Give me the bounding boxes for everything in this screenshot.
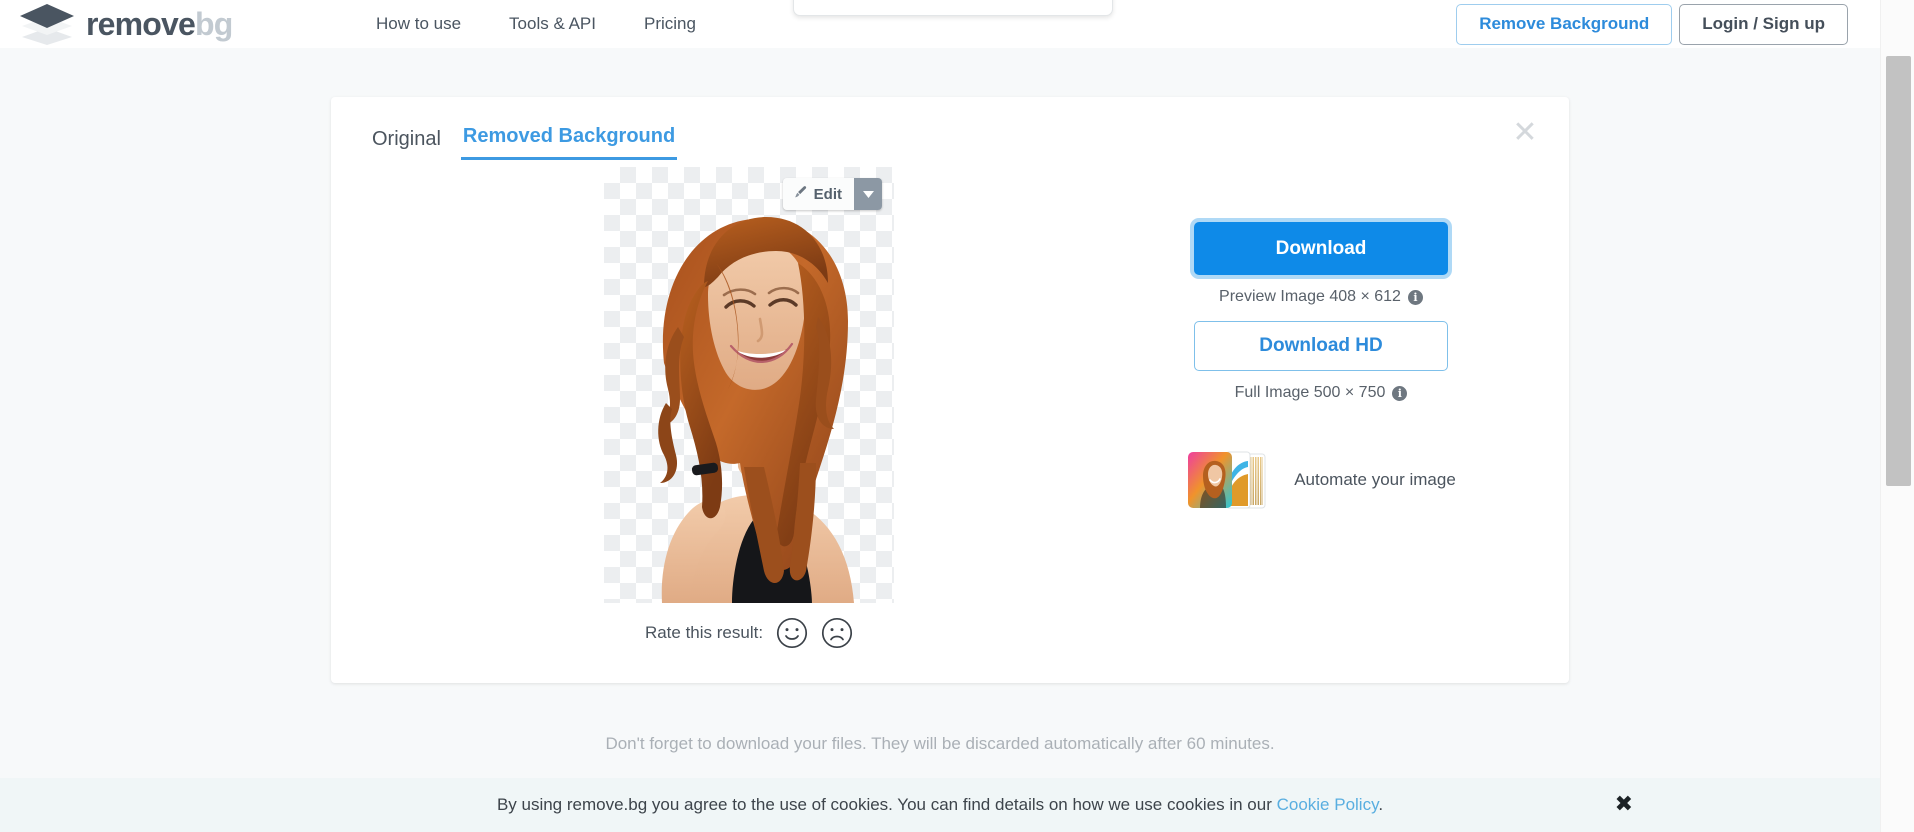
rating-label: Rate this result:: [644, 623, 764, 642]
cookie-text-before: By using remove.bg you agree to the use …: [496, 795, 1277, 814]
download-button[interactable]: Download: [1194, 222, 1448, 275]
cut-off-dropdown-panel[interactable]: [793, 0, 1113, 16]
cookie-consent-bar: By using remove.bg you agree to the use …: [0, 778, 1880, 832]
logo-text-primary: remove: [86, 6, 196, 42]
full-image-meta-label: Full Image 500 × 750: [1234, 384, 1386, 401]
edit-button-group: Edit: [782, 178, 882, 210]
smiley-happy-icon[interactable]: [776, 617, 808, 649]
result-card: Original Removed Background ✕ Edit Rate …: [331, 97, 1569, 683]
image-preview: Edit: [604, 167, 894, 603]
nav-item-how-to-use[interactable]: How to use: [352, 14, 485, 34]
cookie-consent-text: By using remove.bg you agree to the use …: [0, 795, 1880, 815]
info-icon[interactable]: i: [1392, 385, 1408, 401]
image-stack-icon: [1186, 450, 1278, 510]
main-navigation: How to use Tools & API Pricing: [352, 0, 720, 48]
close-icon[interactable]: ✕: [1507, 115, 1543, 151]
site-logo[interactable]: removebg: [18, 0, 233, 48]
result-tabs: Original Removed Background: [370, 125, 678, 160]
automate-your-image-label: Automate your image: [1294, 470, 1456, 489]
cookie-text-after: .: [1378, 795, 1384, 814]
nav-item-tools-api[interactable]: Tools & API: [485, 14, 620, 34]
info-icon[interactable]: i: [1407, 289, 1423, 305]
header-actions: Remove Background Login / Sign up: [1456, 0, 1848, 48]
download-column: Download Preview Image 408 × 612 i Downl…: [1116, 222, 1526, 510]
full-image-meta: Full Image 500 × 750 i: [1235, 384, 1408, 402]
edit-button[interactable]: Edit: [782, 178, 854, 210]
download-hd-button[interactable]: Download HD: [1194, 321, 1448, 371]
cookie-policy-link[interactable]: Cookie Policy: [1277, 795, 1379, 814]
logo-text-secondary: bg: [195, 6, 233, 42]
login-signup-button[interactable]: Login / Sign up: [1679, 3, 1848, 45]
retention-note: Don't forget to download your files. The…: [605, 734, 1275, 753]
page-scrollbar[interactable]: [1880, 0, 1914, 832]
result-image: [658, 217, 854, 603]
layers-logo-icon: [18, 3, 76, 45]
preview-image-meta: Preview Image 408 × 612 i: [1219, 288, 1423, 306]
nav-item-pricing[interactable]: Pricing: [620, 14, 720, 34]
preview-image-meta-label: Preview Image 408 × 612: [1219, 288, 1401, 305]
automate-your-image-row[interactable]: Automate your image: [1186, 450, 1456, 510]
transparency-checkerboard: [604, 167, 894, 603]
edit-button-label: Edit: [813, 185, 842, 203]
brush-icon: [793, 185, 808, 204]
page-scrollbar-thumb[interactable]: [1886, 56, 1911, 486]
smiley-sad-icon[interactable]: [821, 617, 853, 649]
cookie-close-icon[interactable]: ✖: [1615, 794, 1633, 816]
chevron-down-icon[interactable]: [854, 178, 882, 210]
remove-background-button[interactable]: Remove Background: [1456, 3, 1673, 45]
rating-row: Rate this result:: [604, 617, 894, 649]
tab-removed-background[interactable]: Removed Background: [460, 125, 678, 160]
tab-original[interactable]: Original: [370, 128, 443, 160]
